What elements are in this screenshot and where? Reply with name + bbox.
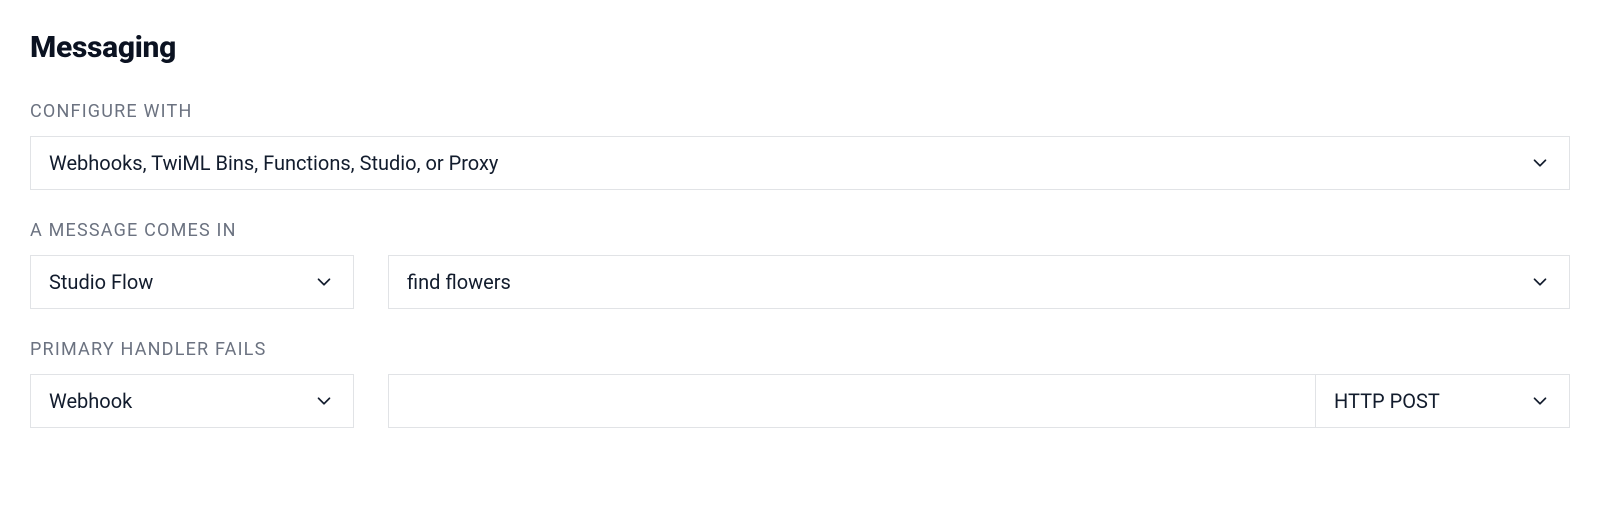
incoming-type-selected: Studio Flow — [49, 270, 153, 294]
configure-with-label: CONFIGURE WITH — [30, 101, 1570, 122]
message-comes-in-group: A MESSAGE COMES IN Studio Flow find flow… — [30, 220, 1570, 309]
incoming-value-selected: find flowers — [407, 270, 511, 294]
configure-with-selected: Webhooks, TwiML Bins, Functions, Studio,… — [49, 151, 498, 175]
section-title: Messaging — [30, 30, 1570, 65]
chevron-down-icon — [1529, 390, 1551, 412]
primary-handler-fails-group: PRIMARY HANDLER FAILS Webhook HTTP POST — [30, 339, 1570, 428]
incoming-type-select[interactable]: Studio Flow — [30, 255, 354, 309]
configure-with-group: CONFIGURE WITH Webhooks, TwiML Bins, Fun… — [30, 101, 1570, 190]
fallback-method-selected: HTTP POST — [1334, 389, 1440, 413]
message-comes-in-label: A MESSAGE COMES IN — [30, 220, 1570, 241]
chevron-down-icon — [313, 390, 335, 412]
fallback-type-selected: Webhook — [49, 389, 132, 413]
primary-handler-fails-label: PRIMARY HANDLER FAILS — [30, 339, 1570, 360]
fallback-type-select[interactable]: Webhook — [30, 374, 354, 428]
fallback-url-input[interactable] — [388, 374, 1316, 428]
chevron-down-icon — [1529, 152, 1551, 174]
incoming-value-select[interactable]: find flowers — [388, 255, 1570, 309]
chevron-down-icon — [1529, 271, 1551, 293]
configure-with-select[interactable]: Webhooks, TwiML Bins, Functions, Studio,… — [30, 136, 1570, 190]
fallback-method-select[interactable]: HTTP POST — [1316, 374, 1570, 428]
chevron-down-icon — [313, 271, 335, 293]
